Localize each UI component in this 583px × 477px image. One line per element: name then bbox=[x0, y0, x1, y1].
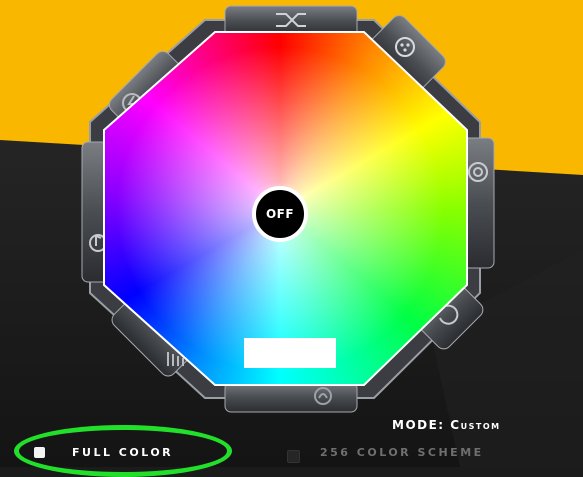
wave-button[interactable] bbox=[224, 381, 358, 413]
256-color-checkbox[interactable] bbox=[287, 450, 300, 463]
mode-indicator: MODE: Custom bbox=[392, 418, 501, 432]
full-color-highlight bbox=[14, 425, 232, 477]
off-button[interactable]: OFF bbox=[252, 186, 308, 242]
mode-label: MODE: bbox=[392, 418, 445, 432]
off-button-label: OFF bbox=[265, 207, 295, 221]
selected-color-swatch bbox=[244, 338, 336, 368]
256-color-label[interactable]: 256 COLOR SCHEME bbox=[320, 446, 484, 459]
mode-value: Custom bbox=[450, 418, 501, 432]
